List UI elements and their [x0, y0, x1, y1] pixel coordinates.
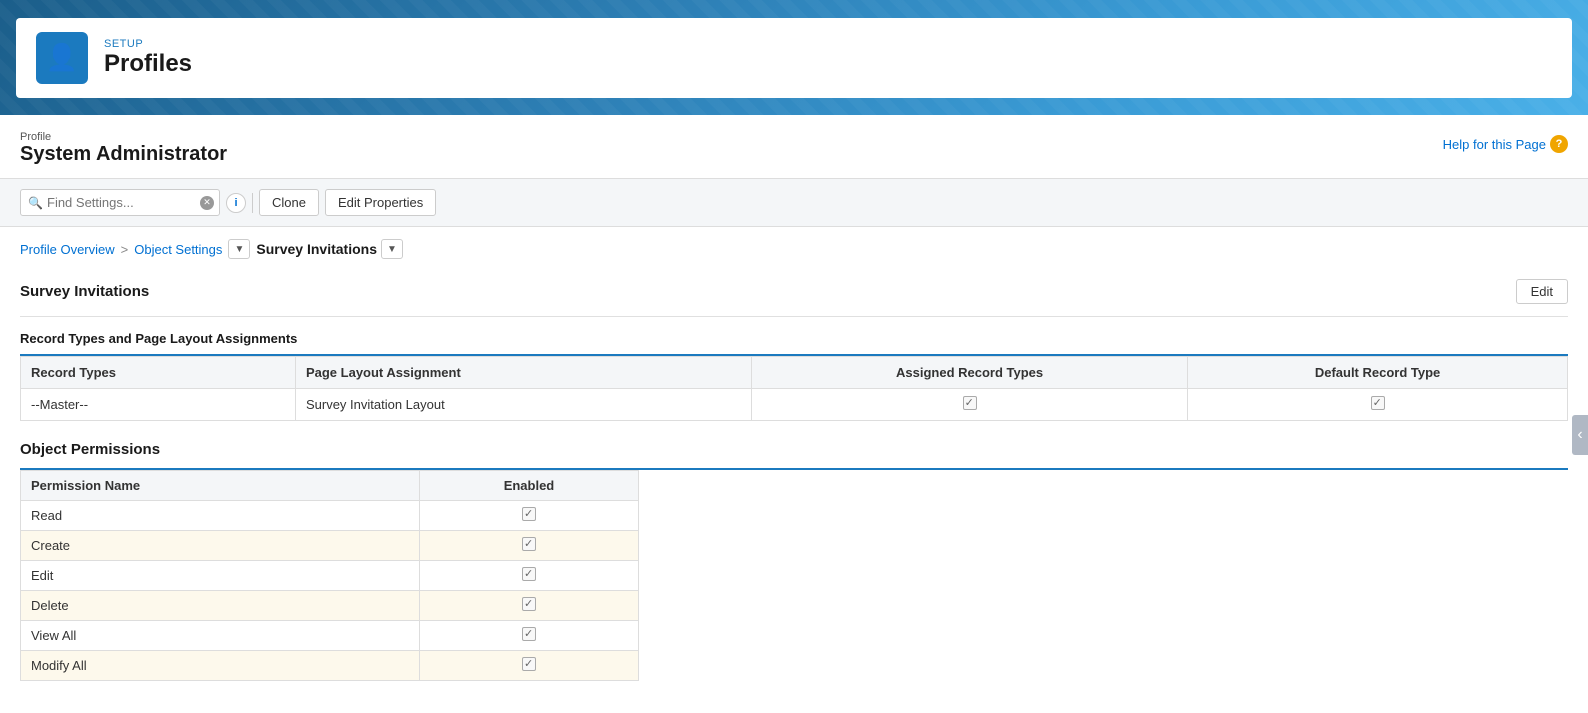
perm-name: Create [21, 531, 420, 561]
perm-enabled [419, 501, 638, 531]
col-page-layout: Page Layout Assignment [295, 357, 751, 389]
object-settings-dropdown[interactable]: ▼ [228, 239, 250, 259]
profile-label: Profile [20, 131, 227, 143]
section-edit-button[interactable]: Edit [1516, 279, 1568, 304]
col-enabled: Enabled [419, 471, 638, 501]
perm-enabled [419, 591, 638, 621]
perms-row: Read [21, 501, 639, 531]
survey-invitations-dropdown[interactable]: ▼ [381, 239, 403, 259]
perm-name: Read [21, 501, 420, 531]
section-title-row: Survey Invitations Edit [20, 267, 1568, 317]
assigned-checkbox [963, 396, 977, 410]
perm-name: View All [21, 621, 420, 651]
toolbar-divider [252, 193, 253, 213]
breadcrumb-profile-overview[interactable]: Profile Overview [20, 242, 115, 257]
content-area: Survey Invitations Edit Record Types and… [0, 267, 1588, 701]
table-row: --Master-- Survey Invitation Layout [21, 389, 1568, 421]
help-link[interactable]: Help for this Page ? [1443, 131, 1568, 153]
help-icon: ? [1550, 135, 1568, 153]
search-icon: 🔍 [28, 196, 43, 210]
perms-header-row: Permission Name Enabled [21, 471, 639, 501]
perms-row: Edit [21, 561, 639, 591]
breadcrumb: Profile Overview > Object Settings ▼ Sur… [0, 227, 1588, 267]
search-input[interactable] [20, 189, 220, 216]
perm-enabled [419, 651, 638, 681]
clone-button[interactable]: Clone [259, 189, 319, 216]
clear-search-button[interactable]: ✕ [200, 196, 214, 210]
section-title: Survey Invitations [20, 283, 149, 300]
permissions-table: Permission Name Enabled ReadCreateEditDe… [20, 470, 639, 681]
profile-header: Profile System Administrator Help for th… [0, 115, 1588, 179]
record-types-section: Record Types and Page Layout Assignments… [20, 317, 1568, 421]
page-header: 👤 SETUP Profiles [0, 0, 1588, 115]
enabled-checkbox [522, 507, 536, 521]
cell-default-check [1188, 389, 1568, 421]
record-types-table: Record Types Page Layout Assignment Assi… [20, 356, 1568, 421]
help-link-text: Help for this Page [1443, 137, 1546, 152]
col-permission-name: Permission Name [21, 471, 420, 501]
breadcrumb-sep1: > [121, 242, 129, 257]
perm-name: Edit [21, 561, 420, 591]
enabled-checkbox [522, 537, 536, 551]
profile-info: Profile System Administrator [20, 131, 227, 178]
col-default-record-type: Default Record Type [1188, 357, 1568, 389]
header-icon: 👤 [36, 32, 88, 84]
profile-icon: 👤 [46, 42, 78, 73]
scroll-handle[interactable] [1572, 415, 1588, 455]
record-types-section-title: Record Types and Page Layout Assignments [20, 317, 1568, 356]
col-assigned-record-types: Assigned Record Types [752, 357, 1188, 389]
current-page-text: Survey Invitations [256, 241, 377, 257]
main-content: Profile System Administrator Help for th… [0, 115, 1588, 713]
enabled-checkbox [522, 657, 536, 671]
perm-enabled [419, 531, 638, 561]
perms-row: Modify All [21, 651, 639, 681]
perm-name: Delete [21, 591, 420, 621]
col-record-types: Record Types [21, 357, 296, 389]
setup-label: SETUP [104, 38, 192, 50]
toolbar: 🔍 ✕ i Clone Edit Properties [0, 179, 1588, 227]
cell-assigned-check [752, 389, 1188, 421]
object-permissions-section: Object Permissions Permission Name Enabl… [20, 441, 1568, 681]
perm-enabled [419, 621, 638, 651]
edit-properties-button[interactable]: Edit Properties [325, 189, 436, 216]
default-checkbox [1371, 396, 1385, 410]
header-card: 👤 SETUP Profiles [16, 18, 1572, 98]
enabled-checkbox [522, 567, 536, 581]
object-permissions-title: Object Permissions [20, 441, 1568, 470]
cell-record-type: --Master-- [21, 389, 296, 421]
perms-row: Create [21, 531, 639, 561]
enabled-checkbox [522, 597, 536, 611]
info-button[interactable]: i [226, 193, 246, 213]
current-page-label: Survey Invitations ▼ [256, 239, 403, 259]
search-wrap: 🔍 ✕ [20, 189, 220, 216]
perm-name: Modify All [21, 651, 420, 681]
header-text: SETUP Profiles [104, 38, 192, 78]
perms-row: Delete [21, 591, 639, 621]
enabled-checkbox [522, 627, 536, 641]
cell-page-layout: Survey Invitation Layout [295, 389, 751, 421]
profile-name: System Administrator [20, 143, 227, 166]
breadcrumb-object-settings[interactable]: Object Settings [134, 242, 222, 257]
perms-row: View All [21, 621, 639, 651]
page-title: Profiles [104, 50, 192, 78]
perm-enabled [419, 561, 638, 591]
table-header-row: Record Types Page Layout Assignment Assi… [21, 357, 1568, 389]
